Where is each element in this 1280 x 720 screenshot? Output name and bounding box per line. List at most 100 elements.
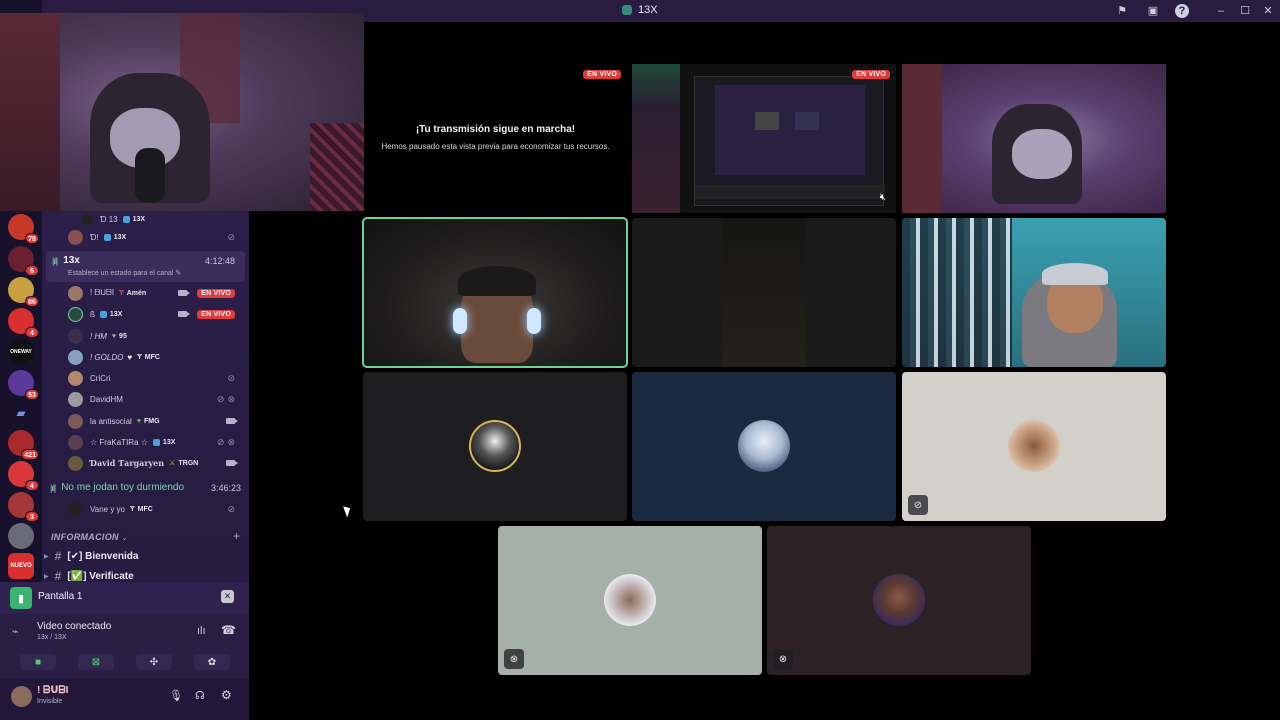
server-icon[interactable]: 3 [8,492,39,522]
window-title: 13X [622,4,658,16]
stop-stream-button[interactable]: ✕ [221,590,234,603]
headphones-image [453,308,467,334]
server-icon[interactable]: ONEWAY [8,339,34,365]
clan-tag-icon [152,438,160,446]
disconnect-icon[interactable]: ☎ [221,623,236,637]
clan-tag-icon [103,233,111,241]
avatar [68,434,83,450]
server-icon[interactable]: 6 [8,246,39,276]
help-icon[interactable]: ? [1175,4,1189,18]
screen-share-button[interactable]: ⊠ [78,654,114,670]
avatar-tile[interactable]: ⊗ [767,526,1031,675]
mic-muted-icon: ⊘ [227,231,235,242]
stream-preview-paused[interactable]: EN VIVO ¡Tu transmisión sigue en marcha!… [364,64,627,213]
voice-member[interactable]: ☆ FraKaTIRa ☆ 13X ⊘ ⊗ [68,433,243,451]
video-tile-speaking[interactable] [362,217,628,368]
live-badge: EN VIVO [583,70,621,79]
text-channel[interactable]: ▶ # [✅] Verificate [44,569,134,583]
screen-content [694,76,885,206]
avatar [68,370,83,386]
microphone-icon[interactable]: 🎙︎ [169,689,183,702]
live-badge: EN VIVO [852,70,890,79]
maximize-button[interactable]: ☐ [1237,3,1253,19]
server-icon[interactable]: 4 [8,461,39,491]
server-icon[interactable]: 86 [8,277,39,307]
new-server-icon[interactable]: NUEVO [8,553,34,579]
voice-member[interactable]: Ɗavid Ƭargaryen ⚔ TRGN [68,454,243,472]
noise-suppression-icon[interactable]: ılı [197,625,206,637]
video-tile[interactable] [902,64,1166,213]
voice-activity-icon: |ıl| [52,255,58,266]
avatar [469,420,521,472]
voice-member[interactable]: ß 13X EN VIVO [68,305,243,323]
username[interactable]: ! ᗷᑌᗷI [37,685,68,696]
voice-channel-active[interactable]: |ıl| 13x 4:12:48 Establece un estado par… [46,251,245,282]
voice-member[interactable]: DavidHM ⊘ ⊗ [68,390,243,408]
user-panel: ! ᗷᑌᗷI Invisible 🎙︎ ☊ ⚙ [0,678,249,720]
close-button[interactable]: ✕ [1260,3,1276,19]
volume-muted-icon[interactable]: 🔇︎ [880,192,886,203]
clan-tag-icon: Ɏ [119,289,124,297]
video-tile[interactable] [902,218,1166,367]
voice-status[interactable]: Video conectado [37,621,111,632]
avatar-tile[interactable]: ⊘ [902,372,1166,521]
deafened-icon: ⊗ [773,649,793,669]
voice-channel[interactable]: |ıl| No me jodan toy durmiendo 3:46:23 [50,482,245,493]
clan-tag-icon: Ɏ [137,353,142,361]
chevron-down-icon: ⌄ [121,535,128,542]
preview-subtitle: Hemos pausado esta vista previa para eco… [381,142,610,151]
voice-member[interactable]: Ɗ! 13X ⊘ [68,228,243,246]
microphone-image [135,148,165,203]
avatar-tile[interactable] [363,372,627,521]
avatar [68,328,83,344]
avatar[interactable] [11,686,32,707]
gear-icon[interactable]: ⚙ [221,688,232,702]
live-badge: EN VIVO [197,309,235,319]
avatar-tile[interactable] [632,372,896,521]
avatar [68,349,83,365]
webcam-overlay [0,13,364,211]
live-badge: EN VIVO [197,288,235,298]
folder-icon[interactable]: ▰ [8,400,34,426]
headphones-icon[interactable]: ☊ [195,689,205,702]
chevron-right-icon: ▶ [44,573,49,580]
voice-member[interactable]: ! HM ♥ 95 [68,327,243,345]
inbox-icon[interactable]: ▣ [1145,3,1161,19]
add-channel-button[interactable]: + [233,529,240,543]
channel-status-hint[interactable]: Establece un estado para el canal ✎ [68,269,181,277]
server-icon[interactable]: 421 [8,430,39,460]
soundboard-button[interactable]: ✿ [194,654,230,670]
avatar-tile[interactable]: ⊗ [498,526,762,675]
voice-server[interactable]: 13x / 13X [37,634,67,641]
server-icon[interactable]: 78 [8,214,39,244]
minimize-button[interactable]: – [1213,3,1229,19]
voice-member[interactable]: Ɗ 13 13X [82,210,243,228]
mouse-cursor [343,504,353,518]
channel-sidebar: Ɗ 13 13X Ɗ! 13X ⊘ |ıl| 13x 4:12:48 Estab… [42,210,249,583]
video-tile[interactable] [632,218,896,367]
mic-muted-icon: ⊘ [227,503,235,514]
camera-button[interactable]: ■ [20,654,56,670]
avatar [738,420,790,472]
voice-member[interactable]: ! GOLDO ♥ Ɏ MFC [68,348,243,366]
avatar [82,213,93,225]
voice-member[interactable]: ! ᗷᑌᗷI Ɏ Amén EN VIVO [68,284,243,302]
category-header[interactable]: INFORMACION ⌄ [51,532,128,542]
server-icon[interactable]: 53 [8,370,39,400]
inbox-flag-icon[interactable]: ⚑ [1114,3,1130,19]
activities-button[interactable]: ✣ [136,654,172,670]
text-channel[interactable]: ▶ # [✔] Bienvenida [44,549,138,563]
server-icon[interactable]: 4 [8,308,39,338]
server-icon[interactable] [8,523,34,549]
voice-member[interactable]: CriCri ⊘ [68,369,243,387]
connection-icon: ⌁ [12,626,19,638]
voice-member[interactable]: la antisocial ♥ FMG [68,412,243,430]
deafened-icon: ⊗ [227,436,235,447]
screen-share-tile[interactable]: EN VIVO 🔇︎ [632,64,896,213]
avatar [68,391,83,407]
hash-icon: # [54,569,62,583]
stream-panel: ▮ Pantalla 1 ✕ [0,582,249,614]
voice-member[interactable]: Vane y yo Ɏ MFC ⊘ [68,500,243,518]
chevron-right-icon: ▶ [44,553,49,560]
avatar [68,285,83,301]
